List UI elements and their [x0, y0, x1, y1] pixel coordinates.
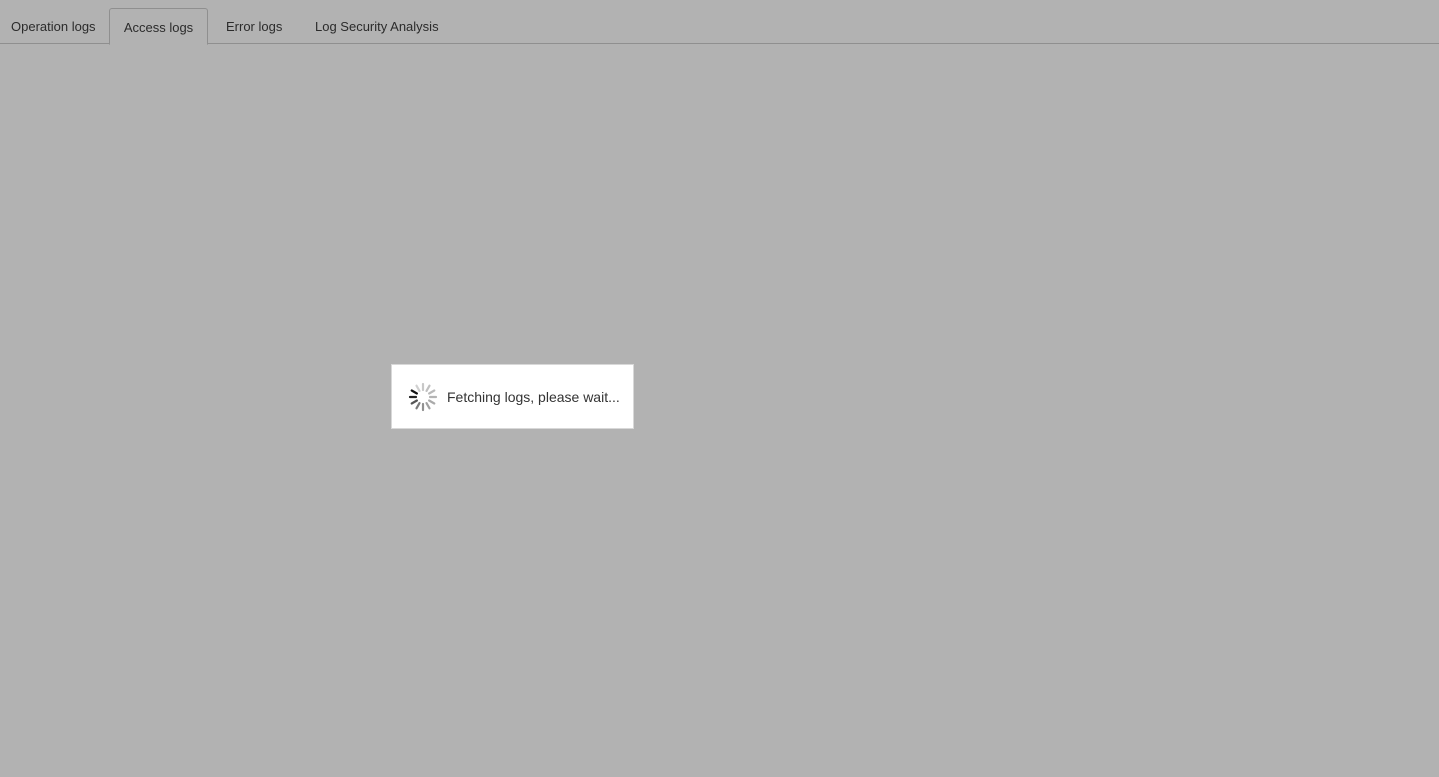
tab-operation-logs[interactable]: Operation logs	[0, 8, 114, 44]
tab-error-logs[interactable]: Error logs	[208, 8, 300, 44]
spinner-icon	[408, 382, 438, 412]
tab-log-security-analysis[interactable]: Log Security Analysis	[297, 8, 457, 44]
tab-content-area	[0, 44, 1439, 777]
loading-message: Fetching logs, please wait...	[447, 389, 620, 405]
log-tabs: Operation logs Access logs Error logs Lo…	[0, 0, 1439, 45]
tab-access-logs[interactable]: Access logs	[109, 8, 208, 45]
loading-dialog: Fetching logs, please wait...	[391, 364, 634, 429]
